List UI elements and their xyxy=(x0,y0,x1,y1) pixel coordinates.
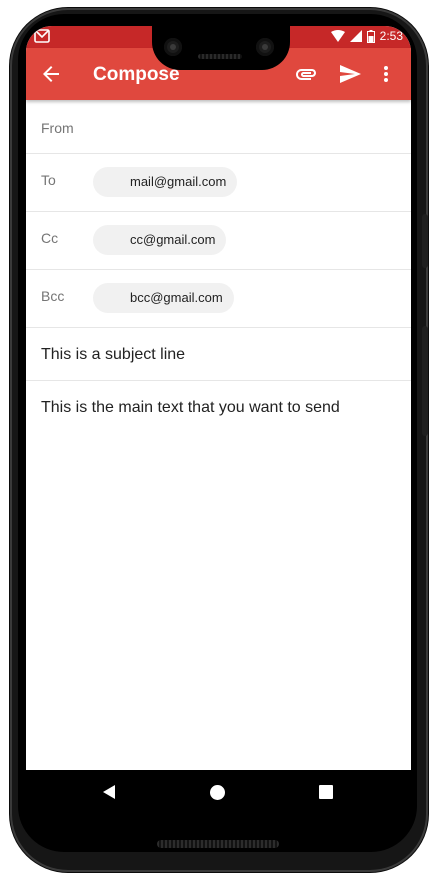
volume-button xyxy=(422,214,428,268)
battery-icon xyxy=(366,29,375,43)
page-title: Compose xyxy=(93,64,180,85)
signal-icon xyxy=(349,30,362,42)
wifi-icon xyxy=(330,30,345,42)
send-icon[interactable] xyxy=(338,62,362,86)
cc-label: Cc xyxy=(41,230,59,246)
cc-recipient-chip[interactable]: cc@gmail.com xyxy=(93,225,227,255)
nav-recents-icon[interactable] xyxy=(319,785,333,799)
from-field[interactable]: From xyxy=(26,100,411,154)
gmail-notification-icon xyxy=(34,29,50,43)
to-field[interactable]: To mail@gmail.com xyxy=(26,153,411,212)
front-camera-2 xyxy=(256,38,274,56)
to-recipient-chip[interactable]: mail@gmail.com xyxy=(93,167,238,197)
more-vert-icon[interactable] xyxy=(380,62,392,86)
subject-field[interactable]: This is a subject line xyxy=(26,327,411,381)
camera-notch xyxy=(152,26,290,70)
bcc-label: Bcc xyxy=(41,288,65,304)
screen: 2:53 Compose From To mail@gmail.com Cc c… xyxy=(26,26,411,814)
from-label: From xyxy=(41,120,74,136)
bcc-recipient-chip[interactable]: bcc@gmail.com xyxy=(93,283,234,313)
earpiece-speaker xyxy=(198,54,242,59)
to-label: To xyxy=(41,172,56,188)
attach-icon[interactable] xyxy=(294,62,318,86)
subject-input[interactable]: This is a subject line xyxy=(41,346,185,364)
nav-back-icon[interactable] xyxy=(101,784,117,800)
body-input[interactable]: This is the main text that you want to s… xyxy=(41,399,340,417)
bottom-speaker-grille xyxy=(157,840,279,848)
navigation-bar xyxy=(26,770,411,814)
status-time: 2:53 xyxy=(379,29,403,43)
cc-field[interactable]: Cc cc@gmail.com xyxy=(26,211,411,270)
power-button xyxy=(422,326,428,436)
front-camera xyxy=(164,38,182,56)
nav-home-icon[interactable] xyxy=(210,785,225,800)
bcc-field[interactable]: Bcc bcc@gmail.com xyxy=(26,269,411,328)
back-arrow-icon[interactable] xyxy=(39,62,63,86)
